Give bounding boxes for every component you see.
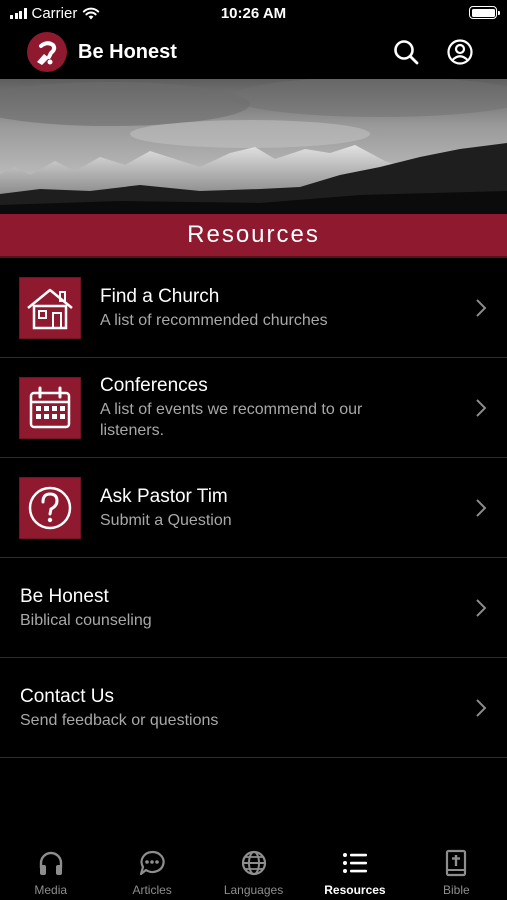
question-icon (19, 477, 81, 539)
calendar-icon (19, 377, 81, 439)
tab-languages[interactable]: Languages (203, 840, 304, 900)
chevron-right-icon (476, 699, 487, 717)
list-item-be-honest[interactable]: Be Honest Biblical counseling (0, 558, 507, 658)
list-icon (342, 853, 367, 873)
chevron-right-icon (476, 599, 487, 617)
tab-label: Articles (132, 883, 172, 897)
tab-media[interactable]: Media (0, 840, 101, 900)
account-icon[interactable] (446, 38, 474, 66)
list-item-subtitle: Biblical counseling (20, 611, 152, 629)
status-time: 10:26 AM (220, 5, 287, 22)
list-item-subtitle: Submit a Question (100, 511, 232, 529)
hero-image (0, 79, 507, 214)
chevron-right-icon (476, 299, 487, 317)
list-item-title: Ask Pastor Tim (100, 485, 228, 507)
tab-label: Bible (442, 883, 470, 897)
chevron-right-icon (476, 499, 487, 517)
nav-bar: Be Honest (0, 28, 507, 79)
battery-icon (469, 6, 500, 19)
globe-icon (241, 850, 266, 876)
resources-list: Find a Church A list of recommended chur… (0, 258, 507, 758)
section-header: Resources (0, 214, 507, 258)
search-icon[interactable] (392, 38, 420, 66)
list-item-subtitle: A list of events we recommend to our lis… (100, 401, 363, 439)
tab-bible[interactable]: Bible (406, 840, 507, 900)
list-item-title: Find a Church (100, 285, 220, 307)
status-bar: Carrier 10:26 AM (0, 0, 507, 28)
list-item-ask-pastor-tim[interactable]: Ask Pastor Tim Submit a Question (0, 458, 507, 558)
tab-resources[interactable]: Resources (304, 840, 405, 900)
list-item-subtitle: A list of recommended churches (100, 311, 328, 329)
list-item-subtitle: Send feedback or questions (20, 711, 219, 729)
headphones-icon (39, 851, 62, 875)
tab-bar: Media Articles Languages Resources Bible (0, 840, 507, 900)
list-item-title: Contact Us (20, 685, 114, 707)
list-item-find-a-church[interactable]: Find a Church A list of recommended chur… (0, 258, 507, 358)
bible-icon (446, 849, 467, 877)
list-item-contact-us[interactable]: Contact Us Send feedback or questions (0, 658, 507, 758)
tab-articles[interactable]: Articles (101, 840, 202, 900)
house-icon (19, 277, 81, 339)
list-item-conferences[interactable]: Conferences A list of events we recommen… (0, 358, 507, 458)
list-item-title: Conferences (100, 375, 208, 396)
chat-bubble-icon (140, 850, 165, 876)
tab-label: Media (34, 883, 68, 897)
section-title: Resources (187, 221, 320, 248)
list-item-title: Be Honest (20, 585, 109, 607)
tab-label: Resources (324, 883, 386, 897)
app-title: Be Honest (78, 41, 177, 63)
tab-label: Languages (223, 883, 284, 897)
app-logo (27, 32, 67, 72)
chevron-right-icon (476, 399, 487, 417)
